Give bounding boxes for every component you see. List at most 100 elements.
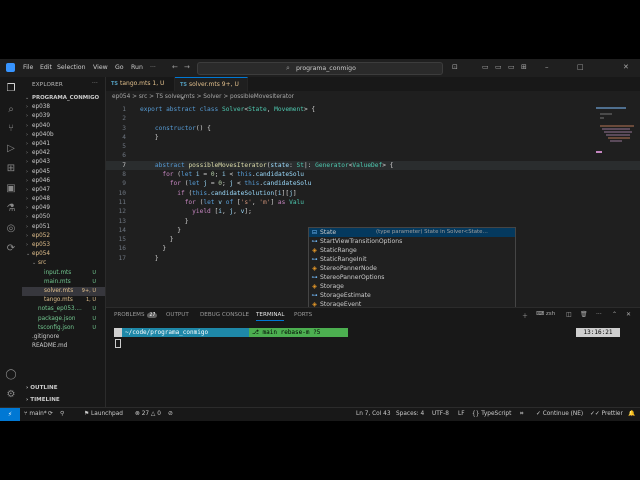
- suggestion-item[interactable]: ⊶ StartViewTransitionOptions: [309, 237, 515, 246]
- remote-explorer-icon[interactable]: ▣: [5, 183, 17, 195]
- toggle-panel-icon[interactable]: ▭: [495, 63, 502, 71]
- close-panel-icon[interactable]: ✕: [626, 311, 631, 318]
- tree-item[interactable]: notas_ep053.... U: [22, 305, 105, 314]
- menu-file[interactable]: File: [23, 64, 33, 71]
- tree-item[interactable]: tsconfig.json U: [22, 324, 105, 333]
- tree-item[interactable]: main.mts U: [22, 278, 105, 287]
- explorer-more-icon[interactable]: ···: [92, 80, 98, 86]
- status-branch[interactable]: ⑂ main*: [24, 411, 47, 417]
- tree-item[interactable]: package.json U: [22, 315, 105, 324]
- suggestion-item[interactable]: ⊶ StereoPannerOptions: [309, 273, 515, 282]
- tree-item[interactable]: › ep039: [22, 112, 105, 121]
- status-problems[interactable]: ⊗ 27 △ 0: [135, 411, 161, 417]
- terminal-cursor[interactable]: [115, 339, 121, 348]
- minimap[interactable]: [596, 107, 636, 167]
- notifications-bell-icon[interactable]: 🔔: [628, 411, 635, 417]
- extensions-icon[interactable]: ⊞: [5, 163, 17, 175]
- tab-debug-console[interactable]: DEBUG CONSOLE: [200, 312, 249, 318]
- tree-item[interactable]: README.md: [22, 342, 105, 351]
- status-ports-icon[interactable]: ⊘: [168, 411, 173, 417]
- tree-item[interactable]: solver.mts 9+, U: [22, 286, 105, 297]
- source-control-icon[interactable]: ⑂: [5, 123, 17, 135]
- manage-gear-icon[interactable]: ⚙: [5, 389, 17, 401]
- tab-tango[interactable]: TS tango.mts 1, U: [106, 77, 175, 91]
- suggestion-item[interactable]: ⊶ StorageEstimate: [309, 291, 515, 300]
- tree-item[interactable]: ⌄ ep054: [22, 250, 105, 259]
- gitlens-icon[interactable]: ◎: [5, 223, 17, 235]
- outline-section[interactable]: › OUTLINE: [26, 385, 58, 391]
- toggle-sidebar-icon[interactable]: ▭: [482, 63, 489, 71]
- terminal-more-icon[interactable]: ···: [596, 311, 602, 318]
- testing-icon[interactable]: ⚗: [5, 203, 17, 215]
- status-sync-icon[interactable]: ⟳: [48, 411, 53, 417]
- suggestion-item[interactable]: ⊟ State (type parameter) State in Solver<S…: [309, 228, 515, 237]
- status-cursor-position[interactable]: Ln 7, Col 43: [356, 411, 391, 417]
- customize-layout-icon[interactable]: ⊞: [521, 63, 527, 71]
- tree-item[interactable]: › ep052: [22, 232, 105, 241]
- search-icon[interactable]: ⌕: [5, 104, 17, 116]
- tab-terminal[interactable]: TERMINAL: [256, 312, 285, 321]
- tree-root[interactable]: ⌄ PROGRAMA_CONMIGO: [22, 94, 105, 103]
- tree-item[interactable]: › ep051: [22, 223, 105, 232]
- tree-item[interactable]: › ep047: [22, 186, 105, 195]
- continue-icon[interactable]: ⟳: [5, 243, 17, 255]
- more-menu-icon[interactable]: ···: [150, 64, 156, 71]
- maximize-icon[interactable]: □: [577, 63, 584, 71]
- tree-item[interactable]: › ep038: [22, 103, 105, 112]
- tree-item[interactable]: › ep046: [22, 177, 105, 186]
- toggle-secondary-sidebar-icon[interactable]: ▭: [508, 63, 515, 71]
- suggestion-item[interactable]: ◈ StereoPannerNode: [309, 264, 515, 273]
- menu-edit[interactable]: Edit: [40, 64, 52, 71]
- status-tsconfig-icon[interactable]: ⌗: [520, 411, 523, 418]
- back-arrow-icon[interactable]: ←: [172, 63, 178, 71]
- maximize-panel-icon[interactable]: ⌃: [612, 311, 617, 318]
- status-indentation[interactable]: Spaces: 4: [396, 411, 424, 417]
- tree-item[interactable]: › ep050: [22, 213, 105, 222]
- kill-terminal-icon[interactable]: 🗑: [580, 311, 588, 318]
- menu-go[interactable]: Go: [115, 64, 124, 71]
- tree-item[interactable]: › ep049: [22, 204, 105, 213]
- suggestion-item[interactable]: ⊶ StaticRangeInit: [309, 255, 515, 264]
- tree-item[interactable]: › ep040: [22, 122, 105, 131]
- status-launchpad[interactable]: ⚑ Launchpad: [84, 411, 123, 417]
- tree-item[interactable]: input.mts U: [22, 269, 105, 278]
- timeline-section[interactable]: › TIMELINE: [26, 397, 60, 403]
- tab-ports[interactable]: PORTS: [294, 312, 312, 318]
- menu-view[interactable]: View: [93, 64, 108, 71]
- close-icon[interactable]: ✕: [623, 63, 629, 71]
- status-eol[interactable]: LF: [458, 411, 465, 417]
- remote-indicator-icon[interactable]: ⚡: [0, 408, 20, 421]
- status-publish-icon[interactable]: ⚲: [60, 411, 64, 417]
- minimize-icon[interactable]: –: [545, 63, 549, 71]
- menu-selection[interactable]: Selection: [57, 64, 86, 71]
- command-center-search[interactable]: ⌕ programa_conmigo: [197, 62, 443, 75]
- suggestion-item[interactable]: ◈ StaticRange: [309, 246, 515, 255]
- suggestion-item[interactable]: ◈ Storage: [309, 282, 515, 291]
- status-prettier[interactable]: ✓✓ Prettier: [590, 411, 623, 417]
- tree-item[interactable]: ⌄ src: [22, 259, 105, 268]
- run-debug-icon[interactable]: ▷: [5, 143, 17, 155]
- tree-item[interactable]: › ep042: [22, 149, 105, 158]
- menu-run[interactable]: Run: [131, 64, 143, 71]
- tree-item[interactable]: › ep048: [22, 195, 105, 204]
- status-encoding[interactable]: UTF-8: [432, 411, 449, 417]
- tree-item[interactable]: tango.mts 1, U: [22, 296, 105, 305]
- status-language[interactable]: {} TypeScript: [472, 411, 511, 417]
- tree-item[interactable]: › ep045: [22, 168, 105, 177]
- tree-item[interactable]: › ep053: [22, 241, 105, 250]
- tree-item[interactable]: › ep043: [22, 158, 105, 167]
- split-terminal-icon[interactable]: ◫: [566, 311, 572, 318]
- explorer-icon[interactable]: ❐: [5, 83, 17, 95]
- account-icon[interactable]: ◯: [5, 369, 17, 381]
- breadcrumb[interactable]: ep054 > src > TS solver.mts > Solver > p…: [112, 94, 294, 100]
- tree-item[interactable]: › ep041: [22, 140, 105, 149]
- tree-item[interactable]: › ep040b: [22, 131, 105, 140]
- tab-solver[interactable]: TS solver.mts 9+, U ×: [175, 77, 248, 102]
- forward-arrow-icon[interactable]: →: [184, 63, 190, 71]
- new-terminal-icon[interactable]: ＋: [522, 311, 528, 320]
- status-continue[interactable]: ✓ Continue (NE): [536, 411, 583, 417]
- terminal-shell-label[interactable]: ⌨ zsh: [536, 311, 555, 317]
- tab-problems[interactable]: PROBLEMS 27: [114, 312, 158, 318]
- tab-output[interactable]: OUTPUT: [166, 312, 189, 318]
- tree-item[interactable]: .gitignore: [22, 333, 105, 342]
